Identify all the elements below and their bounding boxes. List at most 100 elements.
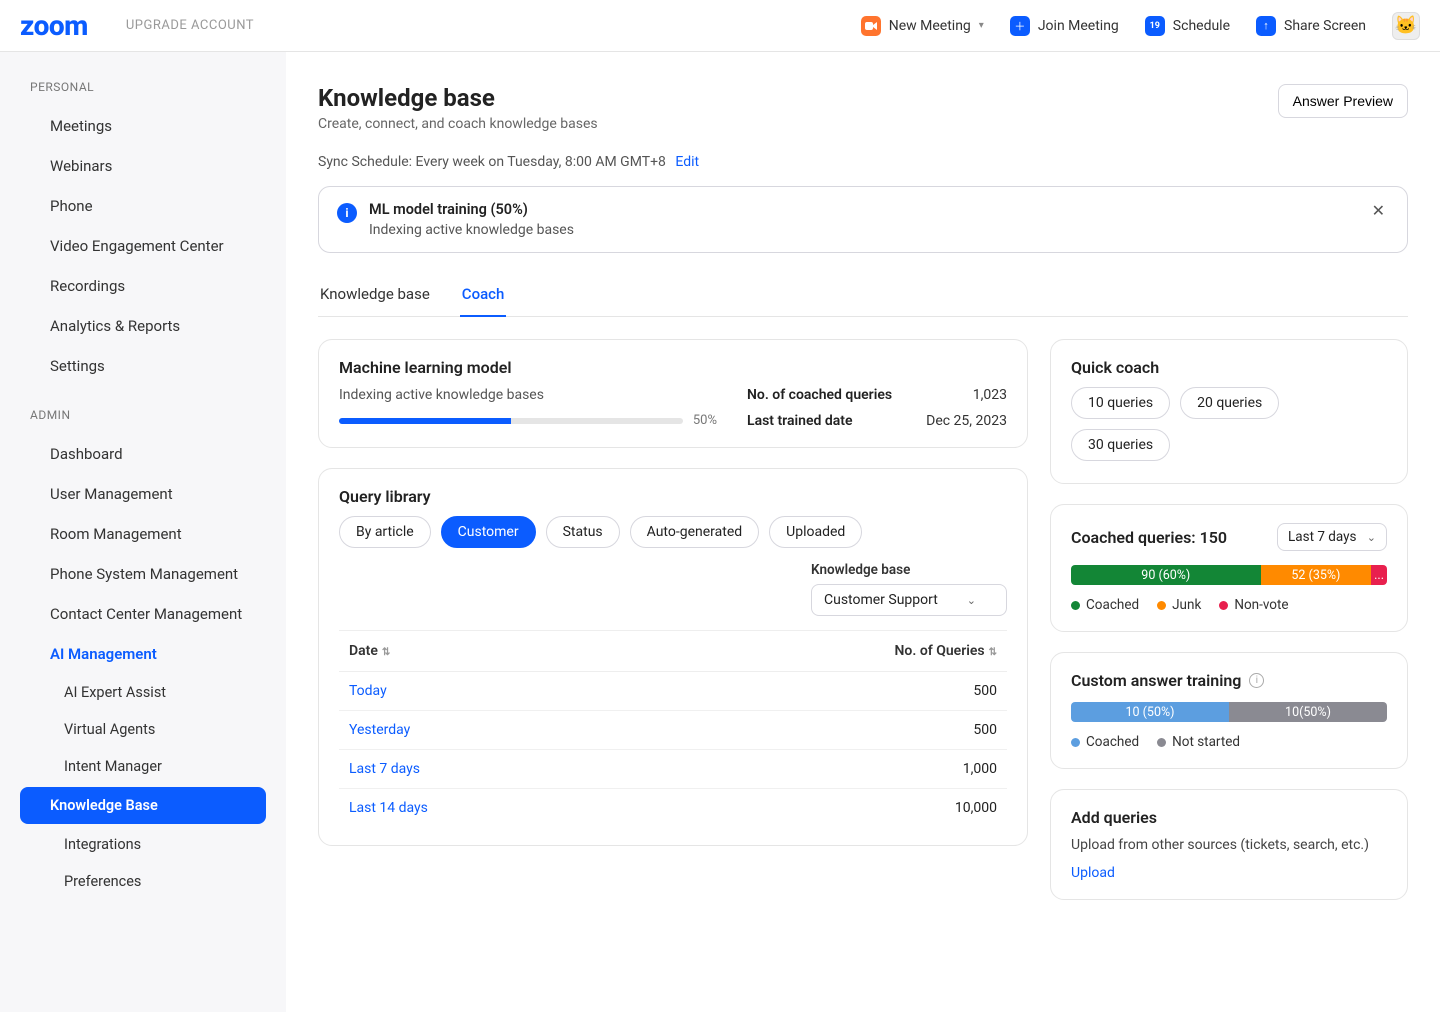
query-count: 500 <box>637 672 1007 711</box>
coached-queries-label: No. of coached queries <box>747 387 892 403</box>
col-queries[interactable]: No. of Queries⇅ <box>637 631 1007 672</box>
date-link[interactable]: Today <box>349 683 387 699</box>
sidebar-sub-knowledge-base[interactable]: Knowledge Base <box>20 787 266 824</box>
query-count: 500 <box>637 711 1007 750</box>
sync-schedule: Sync Schedule: Every week on Tuesday, 8:… <box>318 154 1408 170</box>
filter-customer[interactable]: Customer <box>441 516 536 548</box>
avatar[interactable]: 🐱 <box>1392 12 1420 40</box>
quick-coach-title: Quick coach <box>1071 358 1387 377</box>
legend-item: Non-vote <box>1219 597 1288 613</box>
training-bar: 10 (50%)10(50%) <box>1071 702 1387 722</box>
sync-edit-link[interactable]: Edit <box>675 154 699 170</box>
page-header: Knowledge base Create, connect, and coac… <box>318 84 1408 132</box>
filter-by-article[interactable]: By article <box>339 516 431 548</box>
query-filter-row: By article Customer Status Auto-generate… <box>339 516 1007 548</box>
upload-icon: ↑ <box>1256 16 1276 36</box>
tab-coach[interactable]: Coach <box>460 275 507 317</box>
sidebar-item-phone-sys-mgmt[interactable]: Phone System Management <box>0 554 286 594</box>
upgrade-account-link[interactable]: UPGRADE ACCOUNT <box>126 18 254 33</box>
upload-link[interactable]: Upload <box>1071 865 1115 881</box>
tab-knowledge-base[interactable]: Knowledge base <box>318 275 432 316</box>
ml-progress-pct: 50% <box>693 413 717 428</box>
banner-desc: Indexing active knowledge bases <box>369 222 1356 238</box>
custom-training-card: Custom answer training i 10 (50%)10(50%)… <box>1050 652 1408 769</box>
chevron-down-icon: ⌄ <box>967 594 976 607</box>
sidebar-item-analytics[interactable]: Analytics & Reports <box>0 306 286 346</box>
answer-preview-button[interactable]: Answer Preview <box>1278 84 1408 118</box>
kb-select[interactable]: Customer Support ⌄ <box>811 584 1007 616</box>
sidebar-section-admin: ADMIN <box>0 408 286 434</box>
chevron-down-icon: ▾ <box>979 20 984 31</box>
sidebar-item-dashboard[interactable]: Dashboard <box>0 434 286 474</box>
quick-coach-30[interactable]: 30 queries <box>1071 429 1170 461</box>
chevron-down-icon: ⌄ <box>1367 531 1376 544</box>
filter-auto-generated[interactable]: Auto-generated <box>630 516 760 548</box>
col-date[interactable]: Date⇅ <box>339 631 637 672</box>
sidebar-item-recordings[interactable]: Recordings <box>0 266 286 306</box>
sidebar-item-ai-mgmt[interactable]: AI Management <box>0 634 286 674</box>
table-row: Today 500 <box>339 672 1007 711</box>
quick-coach-20[interactable]: 20 queries <box>1180 387 1279 419</box>
filter-status[interactable]: Status <box>546 516 620 548</box>
bar-segment: ... <box>1371 565 1387 585</box>
last-trained-value: Dec 25, 2023 <box>926 413 1007 429</box>
join-meeting-button[interactable]: ＋ Join Meeting <box>1010 16 1119 36</box>
sidebar-item-room-mgmt[interactable]: Room Management <box>0 514 286 554</box>
sidebar-item-phone[interactable]: Phone <box>0 186 286 226</box>
query-count: 10,000 <box>637 789 1007 828</box>
info-icon[interactable]: i <box>1249 673 1264 688</box>
date-link[interactable]: Last 7 days <box>349 761 420 777</box>
schedule-button[interactable]: 19 Schedule <box>1145 16 1230 36</box>
close-icon[interactable]: ✕ <box>1368 201 1389 220</box>
share-screen-button[interactable]: ↑ Share Screen <box>1256 16 1366 36</box>
join-meeting-label: Join Meeting <box>1038 18 1119 34</box>
legend-item: Coached <box>1071 597 1139 613</box>
coached-bar: 90 (60%)52 (35%)... <box>1071 565 1387 585</box>
bar-segment: 52 (35%) <box>1261 565 1372 585</box>
ml-training-banner: i ML model training (50%) Indexing activ… <box>318 186 1408 253</box>
sidebar-item-contact-center-mgmt[interactable]: Contact Center Management <box>0 594 286 634</box>
sidebar-admin-list: Dashboard User Management Room Managemen… <box>0 434 286 674</box>
sidebar-sub-virtual-agents[interactable]: Virtual Agents <box>0 711 286 748</box>
sidebar-item-meetings[interactable]: Meetings <box>0 106 286 146</box>
sidebar-item-settings[interactable]: Settings <box>0 346 286 386</box>
coached-queries-title: Coached queries: 150 <box>1071 528 1227 547</box>
coached-queries-card: Coached queries: 150 Last 7 days ⌄ 90 (6… <box>1050 504 1408 632</box>
coached-range-select[interactable]: Last 7 days ⌄ <box>1277 523 1387 551</box>
custom-training-title: Custom answer training <box>1071 671 1241 690</box>
coached-legend: Coached Junk Non-vote <box>1071 597 1387 613</box>
info-icon: i <box>337 203 357 223</box>
sync-schedule-text: Sync Schedule: Every week on Tuesday, 8:… <box>318 154 666 170</box>
sidebar-item-video-engagement[interactable]: Video Engagement Center <box>0 226 286 266</box>
filter-uploaded[interactable]: Uploaded <box>769 516 862 548</box>
sidebar-item-user-mgmt[interactable]: User Management <box>0 474 286 514</box>
sidebar: PERSONAL Meetings Webinars Phone Video E… <box>0 52 286 1012</box>
query-table: Date⇅ No. of Queries⇅ Today 500 Yesterday 5… <box>339 630 1007 827</box>
sidebar-item-webinars[interactable]: Webinars <box>0 146 286 186</box>
new-meeting-button[interactable]: New Meeting ▾ <box>861 16 984 36</box>
schedule-label: Schedule <box>1173 18 1230 34</box>
quick-coach-10[interactable]: 10 queries <box>1071 387 1170 419</box>
table-row: Last 7 days1,000 <box>339 750 1007 789</box>
page-subtitle: Create, connect, and coach knowledge bas… <box>318 116 598 132</box>
legend-item: Junk <box>1157 597 1201 613</box>
date-link[interactable]: Yesterday <box>349 722 410 738</box>
sidebar-sub-intent-manager[interactable]: Intent Manager <box>0 748 286 785</box>
date-link[interactable]: Last 14 days <box>349 800 428 816</box>
calendar-icon: 19 <box>1145 16 1165 36</box>
sidebar-sub-integrations[interactable]: Integrations <box>0 826 286 863</box>
add-queries-card: Add queries Upload from other sources (t… <box>1050 789 1408 900</box>
kb-select-value: Customer Support <box>824 592 938 608</box>
sort-icon: ⇅ <box>989 647 997 658</box>
coached-queries-value: 1,023 <box>973 387 1007 403</box>
sidebar-sub-preferences[interactable]: Preferences <box>0 863 286 900</box>
legend-item: Not started <box>1157 734 1240 750</box>
sort-icon: ⇅ <box>382 647 390 658</box>
kb-select-label: Knowledge base <box>811 562 1007 578</box>
coached-range-value: Last 7 days <box>1288 529 1357 545</box>
page-title: Knowledge base <box>318 84 598 112</box>
share-screen-label: Share Screen <box>1284 18 1366 34</box>
sidebar-sub-ai-expert[interactable]: AI Expert Assist <box>0 674 286 711</box>
table-row: Last 14 days 10,000 <box>339 789 1007 828</box>
ml-model-card: Machine learning model Indexing active k… <box>318 339 1028 448</box>
